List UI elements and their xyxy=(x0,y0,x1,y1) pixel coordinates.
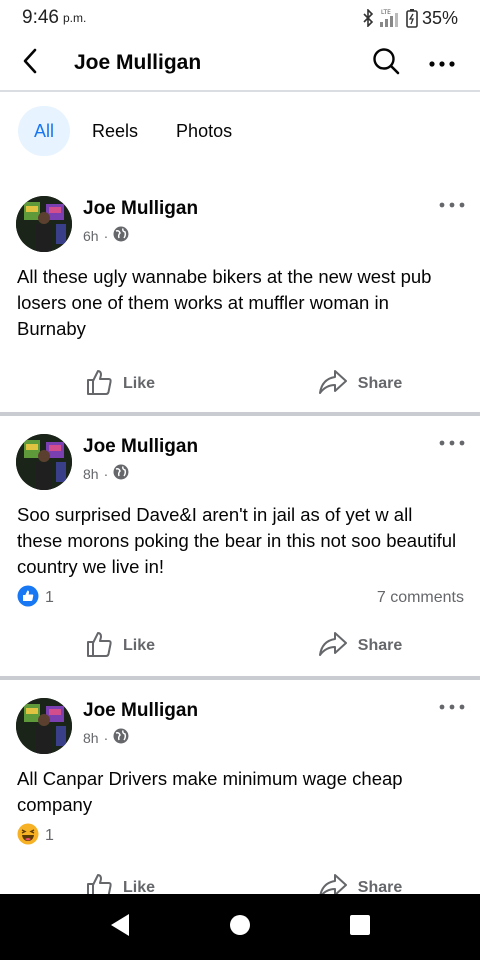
signal-icon: LTE xyxy=(378,8,402,28)
tab-reels[interactable]: Reels xyxy=(76,106,154,156)
search-icon xyxy=(372,47,400,80)
like-button[interactable]: Like xyxy=(0,630,240,663)
thumbs-up-icon xyxy=(85,630,113,663)
square-recents-icon xyxy=(349,914,371,941)
globe-icon xyxy=(113,464,129,483)
avatar[interactable] xyxy=(16,698,72,754)
avatar[interactable] xyxy=(16,196,72,252)
system-nav-bar xyxy=(0,894,480,960)
more-dots-icon xyxy=(439,433,465,451)
filter-tabs: All Reels Photos xyxy=(0,100,480,162)
post-meta: 8h · xyxy=(83,728,198,747)
circle-home-icon xyxy=(229,914,251,941)
back-arrow-icon xyxy=(22,48,38,79)
globe-icon xyxy=(113,728,129,747)
post-text: Soo surprised Dave&I aren't in jail as o… xyxy=(17,504,457,577)
battery-percent: 35% xyxy=(421,7,458,28)
page-title: Joe Mulligan xyxy=(74,51,202,74)
post-header: Joe Mulligan 8h · xyxy=(0,416,480,490)
tab-all[interactable]: All xyxy=(18,106,71,156)
post-card: Joe Mulligan 6h · All these ugly wannabe… xyxy=(0,162,480,416)
back-button[interactable] xyxy=(0,35,60,91)
triangle-back-icon xyxy=(109,913,131,942)
post-more-button[interactable] xyxy=(436,194,468,214)
bluetooth-icon xyxy=(362,9,374,27)
status-time: 9:46 xyxy=(22,7,59,28)
post-author[interactable]: Joe Mulligan xyxy=(83,436,198,458)
thumbs-up-icon xyxy=(85,368,113,401)
post-more-button[interactable] xyxy=(436,696,468,716)
share-button[interactable]: Share xyxy=(240,631,480,662)
post-author[interactable]: Joe Mulligan xyxy=(83,198,198,220)
like-label: Like xyxy=(122,637,155,654)
post-more-button[interactable] xyxy=(436,432,468,452)
more-dots-icon xyxy=(439,697,465,715)
more-dots-icon xyxy=(439,195,465,213)
post-header: Joe Mulligan 6h · xyxy=(0,162,480,252)
share-label: Share xyxy=(357,375,403,392)
search-button[interactable] xyxy=(358,35,414,91)
globe-icon xyxy=(113,226,129,245)
meta-separator: · xyxy=(103,729,109,746)
post-actions: Like Share xyxy=(0,348,480,420)
like-label: Like xyxy=(122,375,155,392)
meta-separator: · xyxy=(103,465,109,482)
like-reaction-icon xyxy=(17,585,39,612)
like-button[interactable]: Like xyxy=(0,368,240,401)
meta-separator: · xyxy=(103,227,109,244)
comments-count[interactable]: 7 comments xyxy=(377,589,464,607)
share-arrow-icon xyxy=(318,369,348,400)
nav-recents-button[interactable] xyxy=(330,897,390,957)
like-label: Like xyxy=(122,879,155,894)
thumbs-up-icon xyxy=(85,872,113,894)
status-icons: LTE 35% xyxy=(362,8,458,29)
more-options-button[interactable] xyxy=(414,35,470,91)
post-actions: Like Share xyxy=(0,610,480,682)
post-actions: Like Share xyxy=(0,852,480,894)
post-time[interactable]: 6h xyxy=(83,228,99,244)
share-label: Share xyxy=(357,879,403,894)
app-bar: Joe Mulligan xyxy=(0,36,480,92)
reactions-summary[interactable]: 1 7 comments xyxy=(0,580,480,610)
nav-back-button[interactable] xyxy=(90,897,150,957)
post-meta: 8h · xyxy=(83,464,198,483)
reaction-count: 1 xyxy=(45,827,54,844)
more-dots-icon xyxy=(429,54,455,72)
avatar[interactable] xyxy=(16,434,72,490)
post-time[interactable]: 8h xyxy=(83,466,99,482)
post-time[interactable]: 8h xyxy=(83,730,99,746)
post-card: Joe Mulligan 8h · Soo surprised Dave&I a… xyxy=(0,416,480,680)
post-feed[interactable]: Joe Mulligan 6h · All these ugly wannabe… xyxy=(0,162,480,894)
share-arrow-icon xyxy=(318,873,348,894)
share-arrow-icon xyxy=(318,631,348,662)
like-button[interactable]: Like xyxy=(0,872,240,894)
post-author[interactable]: Joe Mulligan xyxy=(83,700,198,722)
status-bar: 9:46 p.m. LTE 35% xyxy=(0,0,480,36)
post-card: Joe Mulligan 8h · All Canpar Drivers mak… xyxy=(0,680,480,894)
svg-text:LTE: LTE xyxy=(381,9,391,16)
post-text: All these ugly wannabe bikers at the new… xyxy=(17,266,432,339)
share-label: Share xyxy=(357,637,403,654)
status-ampm: p.m. xyxy=(62,11,87,25)
nav-home-button[interactable] xyxy=(210,897,270,957)
share-button[interactable]: Share xyxy=(240,369,480,400)
share-button[interactable]: Share xyxy=(240,873,480,894)
haha-reaction-icon xyxy=(17,823,39,850)
post-header: Joe Mulligan 8h · xyxy=(0,680,480,754)
post-meta: 6h · xyxy=(83,226,198,245)
tab-photos[interactable]: Photos xyxy=(160,106,248,156)
battery-icon xyxy=(406,8,418,28)
post-text: All Canpar Drivers make minimum wage che… xyxy=(17,768,403,815)
reactions-summary[interactable]: 1 xyxy=(0,818,480,848)
reaction-count: 1 xyxy=(45,589,54,606)
